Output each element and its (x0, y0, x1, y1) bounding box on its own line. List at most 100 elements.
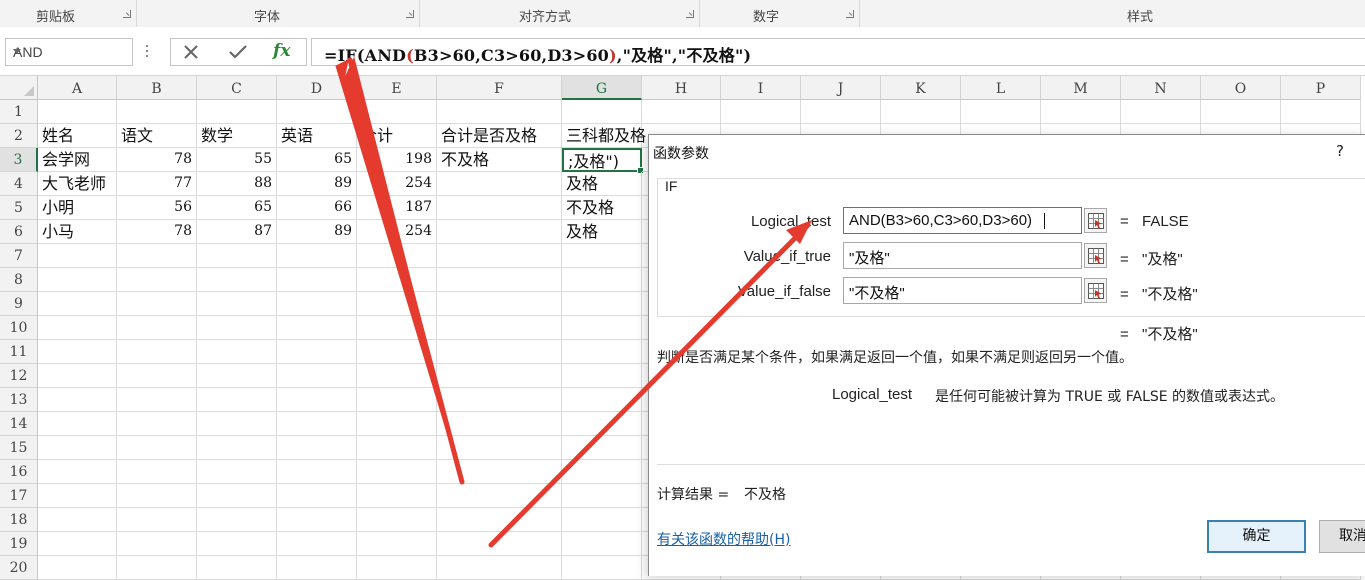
empty-cell[interactable] (642, 100, 721, 124)
empty-cell[interactable] (437, 364, 562, 388)
row-header-11[interactable]: 11 (0, 340, 38, 364)
select-all-corner[interactable] (0, 76, 38, 100)
empty-cell[interactable] (38, 268, 117, 292)
empty-cell[interactable] (277, 292, 357, 316)
empty-cell[interactable] (117, 340, 197, 364)
column-header-e[interactable]: E (357, 76, 437, 100)
data-cell[interactable]: 78 (117, 148, 197, 172)
empty-cell[interactable] (437, 532, 562, 556)
collapse-dialog-button[interactable] (1084, 208, 1107, 233)
empty-cell[interactable] (38, 484, 117, 508)
help-icon[interactable]: ? (1336, 142, 1344, 160)
empty-cell[interactable] (197, 460, 277, 484)
empty-cell[interactable] (117, 100, 197, 124)
empty-cell[interactable] (277, 484, 357, 508)
empty-cell[interactable] (562, 412, 642, 436)
empty-cell[interactable] (562, 484, 642, 508)
data-cell[interactable]: 56 (117, 196, 197, 220)
empty-cell[interactable] (437, 460, 562, 484)
empty-cell[interactable] (437, 436, 562, 460)
empty-cell[interactable] (277, 388, 357, 412)
empty-cell[interactable] (277, 436, 357, 460)
dialog-launcher-icon[interactable] (846, 10, 854, 18)
empty-cell[interactable] (357, 508, 437, 532)
column-header-f[interactable]: F (437, 76, 562, 100)
empty-cell[interactable] (38, 508, 117, 532)
collapse-dialog-button[interactable] (1084, 278, 1107, 303)
empty-cell[interactable] (562, 532, 642, 556)
empty-cell[interactable] (197, 508, 277, 532)
empty-cell[interactable] (357, 412, 437, 436)
empty-cell[interactable] (277, 364, 357, 388)
empty-cell[interactable] (562, 508, 642, 532)
function-help-link[interactable]: 有关该函数的帮助(H) (657, 529, 790, 549)
data-cell[interactable]: 65 (197, 196, 277, 220)
row-header-12[interactable]: 12 (0, 364, 38, 388)
row-header-8[interactable]: 8 (0, 268, 38, 292)
ok-button[interactable]: 确定 (1207, 520, 1306, 553)
empty-cell[interactable] (1201, 100, 1281, 124)
empty-cell[interactable] (117, 436, 197, 460)
empty-cell[interactable] (38, 532, 117, 556)
empty-cell[interactable] (117, 244, 197, 268)
empty-cell[interactable] (562, 292, 642, 316)
data-cell[interactable]: 87 (197, 220, 277, 244)
empty-cell[interactable] (357, 532, 437, 556)
empty-cell[interactable] (357, 100, 437, 124)
column-header-p[interactable]: P (1281, 76, 1361, 100)
empty-cell[interactable] (197, 556, 277, 580)
empty-cell[interactable] (197, 412, 277, 436)
empty-cell[interactable] (117, 316, 197, 340)
empty-cell[interactable] (38, 244, 117, 268)
data-cell[interactable]: 不及格 (562, 196, 642, 220)
data-cell[interactable] (437, 196, 562, 220)
empty-cell[interactable] (38, 556, 117, 580)
empty-cell[interactable] (197, 244, 277, 268)
data-cell[interactable]: 187 (357, 196, 437, 220)
name-cell[interactable]: 小马 (38, 220, 117, 244)
data-cell[interactable]: 77 (117, 172, 197, 196)
empty-cell[interactable] (562, 268, 642, 292)
empty-cell[interactable] (38, 292, 117, 316)
dialog-launcher-icon[interactable] (123, 10, 131, 18)
logical-test-input[interactable]: AND(B3>60,C3>60,D3>60) (843, 207, 1082, 234)
empty-cell[interactable] (357, 484, 437, 508)
empty-cell[interactable] (277, 340, 357, 364)
row-header-2[interactable]: 2 (0, 124, 38, 148)
empty-cell[interactable] (38, 340, 117, 364)
row-header-13[interactable]: 13 (0, 388, 38, 412)
empty-cell[interactable] (562, 340, 642, 364)
row-header-14[interactable]: 14 (0, 412, 38, 436)
empty-cell[interactable] (437, 388, 562, 412)
value-if-false-input[interactable]: "不及格" (843, 277, 1082, 304)
empty-cell[interactable] (437, 412, 562, 436)
empty-cell[interactable] (437, 556, 562, 580)
empty-cell[interactable] (117, 484, 197, 508)
insert-function-button[interactable]: fx (263, 39, 305, 65)
column-header-j[interactable]: J (801, 76, 881, 100)
empty-cell[interactable] (277, 532, 357, 556)
empty-cell[interactable] (197, 292, 277, 316)
data-cell[interactable]: 254 (357, 220, 437, 244)
empty-cell[interactable] (562, 316, 642, 340)
header-cell[interactable]: 英语 (277, 124, 357, 148)
collapse-dialog-button[interactable] (1084, 243, 1107, 268)
empty-cell[interactable] (562, 244, 642, 268)
column-header-m[interactable]: M (1041, 76, 1121, 100)
name-cell[interactable]: 小明 (38, 196, 117, 220)
data-cell[interactable]: 55 (197, 148, 277, 172)
empty-cell[interactable] (277, 460, 357, 484)
empty-cell[interactable] (277, 244, 357, 268)
header-cell[interactable]: 姓名 (38, 124, 117, 148)
empty-cell[interactable] (38, 460, 117, 484)
empty-cell[interactable] (197, 340, 277, 364)
row-header-7[interactable]: 7 (0, 244, 38, 268)
dialog-launcher-icon[interactable] (406, 10, 414, 18)
more-options-icon[interactable] (146, 45, 149, 59)
column-header-l[interactable]: L (961, 76, 1041, 100)
column-header-g[interactable]: G (562, 76, 642, 100)
empty-cell[interactable] (437, 316, 562, 340)
data-cell[interactable]: 198 (357, 148, 437, 172)
empty-cell[interactable] (38, 100, 117, 124)
column-header-b[interactable]: B (117, 76, 197, 100)
